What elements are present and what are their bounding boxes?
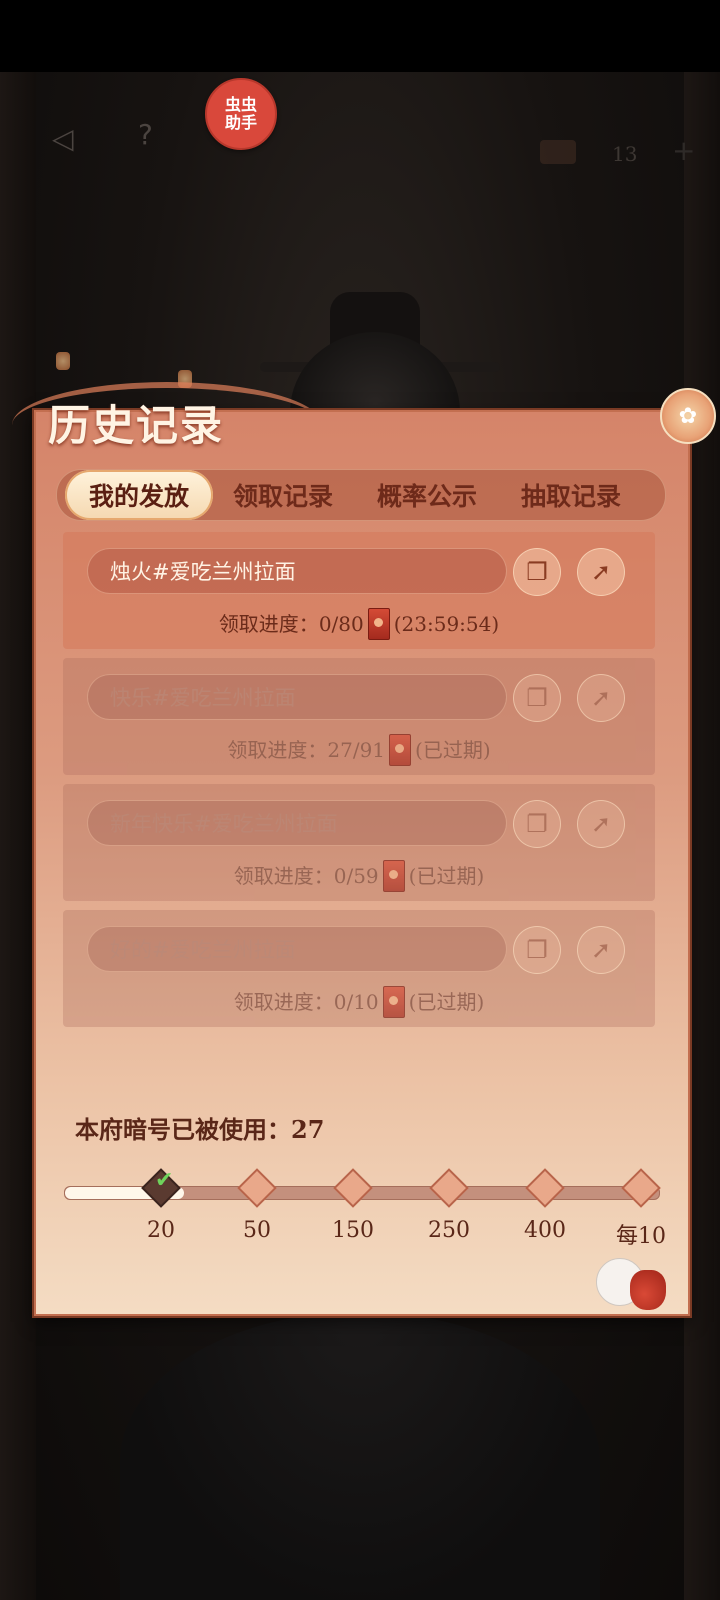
treasure-chest-icon (540, 140, 576, 164)
tab-my-issued[interactable]: 我的发放 (65, 470, 213, 520)
copy-icon[interactable]: ❐ (513, 800, 561, 848)
record-row: 烛火#爱吃兰州拉面 ❐ ➚ 领取进度：0/80 (23:59:54) (63, 532, 655, 649)
progress-value: 0/59 (333, 864, 379, 888)
red-envelope-icon (389, 733, 412, 766)
progress-line: 领取进度：0/59 (已过期) (63, 859, 655, 894)
progress-value: 0/80 (318, 612, 364, 636)
panel-title: 历史记录 (48, 401, 225, 450)
usage-label: 本府暗号已被使用：27 (75, 1115, 325, 1144)
close-medal-icon[interactable]: ✿ (660, 388, 716, 444)
milestone-label: 20 (147, 1218, 175, 1243)
record-row: 新年快乐#爱吃兰州拉面 ❐ ➚ 领取进度：0/59 (已过期) (63, 784, 655, 901)
progress-line: 领取进度：27/91 (已过期) (63, 733, 655, 768)
red-envelope-icon (367, 607, 390, 640)
record-status: (已过期) (408, 864, 485, 888)
check-icon: ✔ (155, 1168, 174, 1193)
share-icon[interactable]: ➚ (577, 674, 625, 722)
progress-label: 领取进度： (233, 990, 334, 1014)
money-bag-icon (630, 1270, 666, 1310)
share-icon[interactable]: ➚ (577, 548, 625, 596)
milestone-label: 150 (332, 1218, 374, 1243)
help-icon[interactable]: ? (138, 118, 153, 151)
progress-label: 领取进度： (227, 738, 328, 762)
share-icon[interactable]: ➚ (577, 926, 625, 974)
milestone-label: 每10 (616, 1224, 666, 1249)
tab-claim-records[interactable]: 领取记录 (209, 470, 357, 520)
record-status: (23:59:54) (393, 612, 500, 636)
record-name: 快乐#爱吃兰州拉面 (87, 674, 507, 720)
character-robe (120, 1312, 600, 1600)
back-arrow-icon[interactable]: ◁ (52, 122, 74, 155)
progress-line: 领取进度：0/80 (23:59:54) (63, 607, 655, 642)
progress-value: 0/10 (333, 990, 379, 1014)
app-badge[interactable]: 虫虫 助手 (205, 78, 277, 150)
red-envelope-icon (382, 985, 405, 1018)
milestone-label: 400 (524, 1218, 566, 1243)
record-name: 烛火#爱吃兰州拉面 (87, 548, 507, 594)
record-name: 好的#爱吃兰州拉面 (87, 926, 507, 972)
copy-icon[interactable]: ❐ (513, 674, 561, 722)
share-icon[interactable]: ➚ (577, 800, 625, 848)
red-envelope-icon (382, 859, 405, 892)
app-badge-line2: 助手 (224, 113, 257, 132)
app-badge-line1: 虫虫 (224, 95, 257, 114)
milestone-label: 50 (243, 1218, 271, 1243)
tab-bar: 我的发放 领取记录 概率公示 抽取记录 (56, 469, 666, 521)
progress-label: 领取进度： (233, 864, 334, 888)
progress-value: 27/91 (327, 738, 386, 762)
progress-label: 领取进度： (218, 612, 319, 636)
add-currency-button[interactable]: + (672, 134, 695, 167)
tab-probability[interactable]: 概率公示 (353, 470, 501, 520)
record-row: 快乐#爱吃兰州拉面 ❐ ➚ 领取进度：27/91 (已过期) (63, 658, 655, 775)
copy-icon[interactable]: ❐ (513, 548, 561, 596)
lantern-icon (56, 352, 70, 370)
copy-icon[interactable]: ❐ (513, 926, 561, 974)
record-row: 好的#爱吃兰州拉面 ❐ ➚ 领取进度：0/10 (已过期) (63, 910, 655, 1027)
record-status: (已过期) (415, 738, 491, 762)
currency-count: 13 (612, 142, 638, 166)
progress-line: 领取进度：0/10 (已过期) (63, 985, 655, 1020)
record-status: (已过期) (408, 990, 485, 1014)
left-pillar (0, 72, 36, 1600)
milestone-label: 250 (428, 1218, 470, 1243)
record-name: 新年快乐#爱吃兰州拉面 (87, 800, 507, 846)
tab-draw-records[interactable]: 抽取记录 (497, 470, 645, 520)
